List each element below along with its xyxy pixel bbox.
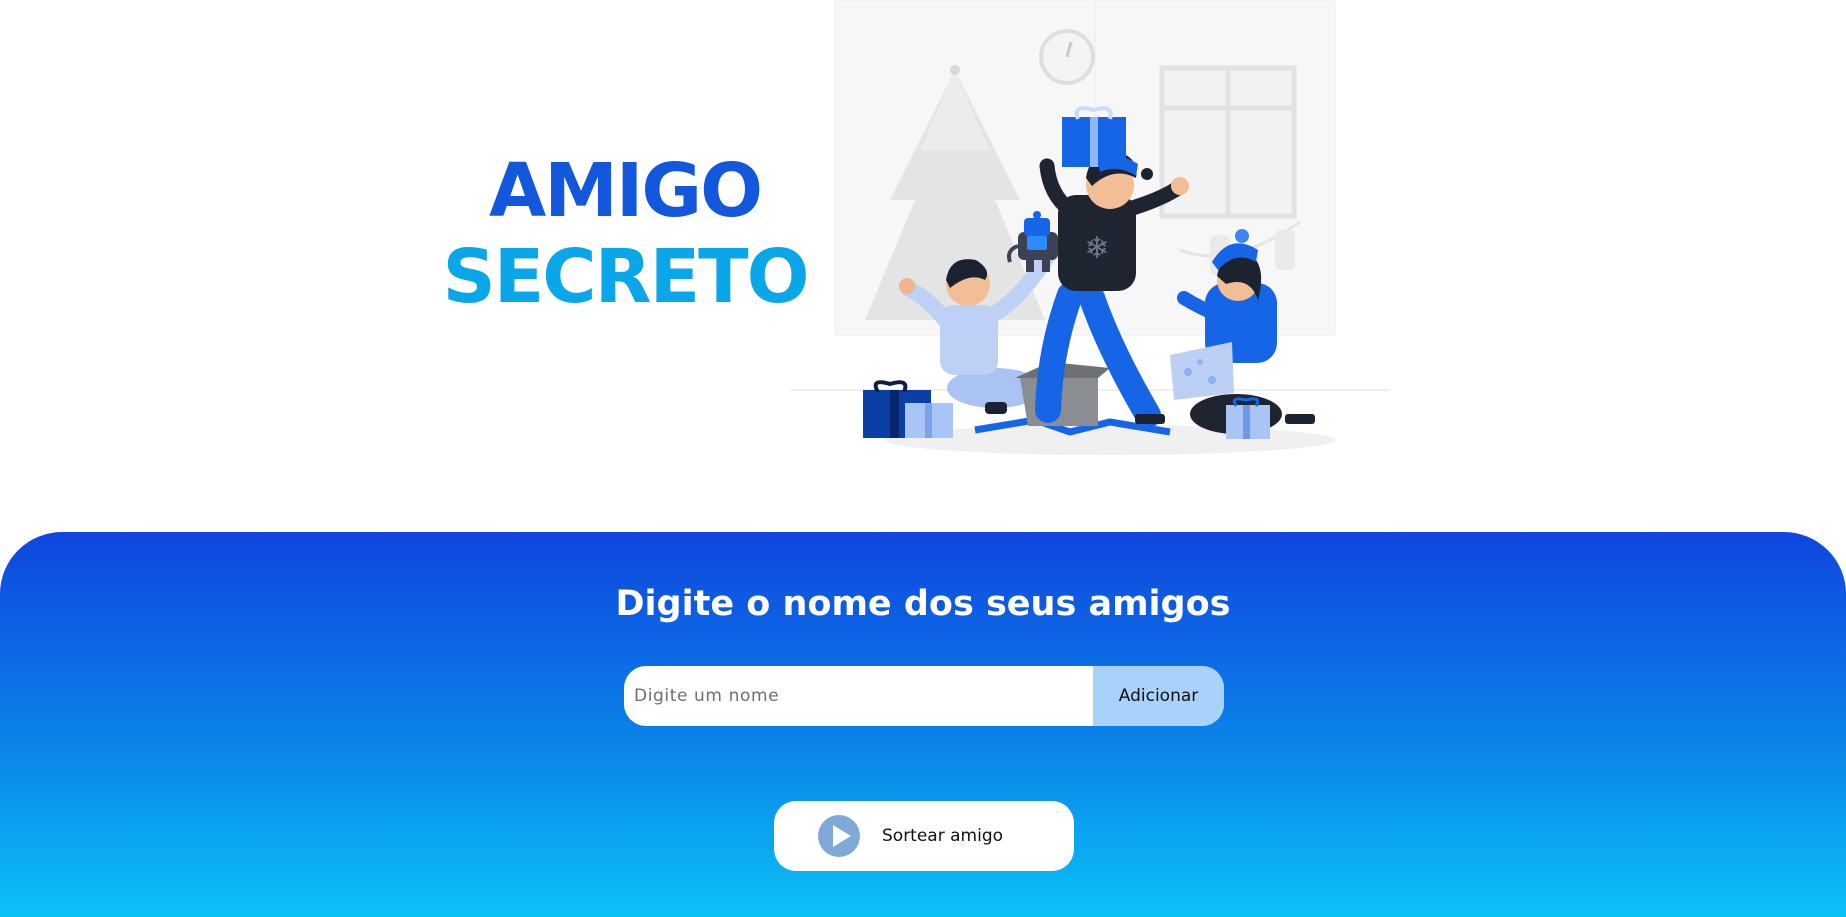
- title-line-amigo: AMIGO: [488, 148, 763, 234]
- add-button[interactable]: Adicionar: [1093, 666, 1224, 726]
- friends-section: Digite o nome dos seus amigos Adicionar …: [0, 532, 1846, 917]
- name-input[interactable]: [624, 666, 1093, 726]
- section-title: Digite o nome dos seus amigos: [615, 584, 1231, 624]
- header-banner: AMIGO SECRETO ❄: [0, 0, 1846, 532]
- play-icon: [818, 815, 860, 857]
- draw-button-label: Sortear amigo: [882, 826, 1004, 846]
- app-title: AMIGO SECRETO: [420, 148, 830, 320]
- name-input-group: Adicionar: [624, 666, 1224, 726]
- title-line-secreto: SECRETO: [442, 234, 809, 320]
- svg-text:❄: ❄: [1084, 231, 1109, 266]
- draw-friend-button[interactable]: Sortear amigo: [774, 801, 1074, 871]
- christmas-gift-exchange-illustration: ❄: [790, 0, 1390, 455]
